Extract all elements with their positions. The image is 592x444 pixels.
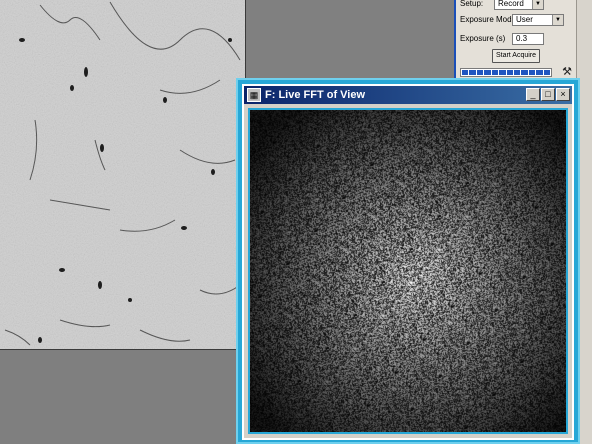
- minimize-button[interactable]: _: [526, 88, 540, 101]
- fft-window-frame: ▦ F: Live FFT of View _ □ ×: [242, 84, 574, 440]
- chevron-down-icon[interactable]: ▼: [532, 0, 543, 9]
- exposure-label: Exposure (s): [460, 34, 506, 43]
- panel-scrollbar[interactable]: [576, 0, 592, 444]
- window-title: F: Live FFT of View: [265, 89, 366, 101]
- setup-label: Setup:: [460, 0, 484, 8]
- fft-image-area[interactable]: [248, 108, 568, 434]
- app-icon: ▦: [247, 88, 261, 102]
- window-controls: _ □ ×: [526, 88, 570, 101]
- exposure-mode-value: User: [516, 15, 533, 24]
- fft-window[interactable]: ▦ F: Live FFT of View _ □ ×: [238, 80, 578, 444]
- fft-titlebar[interactable]: ▦ F: Live FFT of View _ □ ×: [244, 86, 572, 104]
- fft-image: [250, 110, 566, 432]
- maximize-button[interactable]: □: [541, 88, 555, 101]
- setup-select-value: Record: [498, 0, 524, 8]
- setup-select[interactable]: Record ▼: [494, 0, 544, 10]
- acquire-progress-bar: [460, 68, 552, 77]
- micrograph-image: [0, 0, 245, 349]
- start-acquire-button[interactable]: Start Acquire: [492, 49, 540, 63]
- tool-icon[interactable]: ⚒: [560, 66, 574, 79]
- close-button[interactable]: ×: [556, 88, 570, 101]
- exposure-mode-select[interactable]: User ▼: [512, 14, 564, 26]
- chevron-down-icon[interactable]: ▼: [552, 15, 563, 25]
- exposure-input[interactable]: 0.3: [512, 33, 544, 45]
- exposure-mode-label: Exposure Mode:: [460, 15, 519, 24]
- image-view[interactable]: [0, 0, 246, 350]
